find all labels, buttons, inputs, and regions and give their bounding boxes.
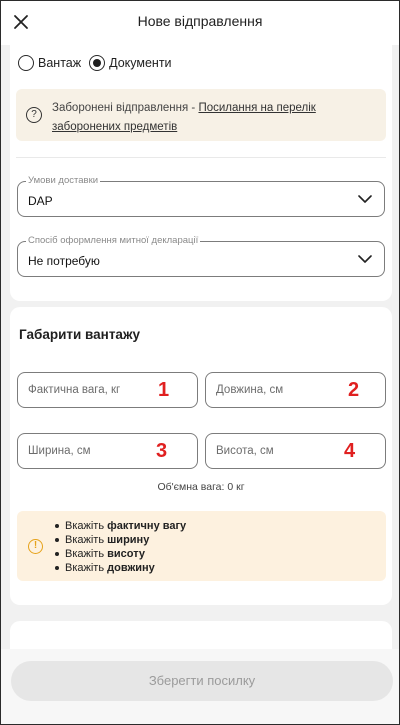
annotation-number-3: 3 [156, 440, 168, 462]
delivery-terms-value: DAP [28, 194, 53, 208]
width-placeholder: Ширина, см [28, 445, 91, 457]
annotation-number-2: 2 [348, 379, 360, 401]
height-input[interactable]: Висота, см 4 [205, 433, 386, 469]
radio-documents-label[interactable]: Документи [109, 56, 171, 70]
actual-weight-placeholder: Фактична вага, кг [28, 384, 121, 396]
annotation-number-4: 4 [344, 440, 356, 462]
requirement-prefix: Вкажіть [65, 520, 108, 532]
requirement-field: фактичну вагу [107, 520, 187, 532]
customs-select[interactable]: Спосіб оформлення митної декларації Не п… [17, 235, 385, 277]
requirement-field: довжину [107, 562, 155, 574]
question-icon: ? [26, 107, 42, 123]
delivery-terms-select[interactable]: Умови доставки DAP [17, 175, 385, 217]
requirements-list: Вкажіть фактичну вагу Вкажіть ширину Вка… [54, 519, 187, 575]
list-item: Вкажіть ширину [54, 533, 186, 547]
requirement-prefix: Вкажіть [65, 562, 108, 574]
dimensions-title: Габарити вантажу [19, 327, 141, 342]
chevron-down-icon [358, 255, 372, 263]
prohibited-notice-text: Заборонені відправлення - Посилання на п… [52, 99, 382, 137]
volumetric-weight: Об'ємна вага: 0 кг [157, 481, 245, 493]
radio-documents[interactable] [89, 55, 106, 71]
chevron-down-icon [358, 195, 372, 203]
exclamation-icon: ! [28, 539, 43, 554]
annotation-number-1: 1 [158, 379, 170, 401]
prohibited-notice-prefix: Заборонені відправлення - [52, 102, 199, 114]
radio-cargo[interactable] [18, 55, 34, 71]
divider [16, 157, 386, 158]
save-parcel-button[interactable]: Зберегти посилку [11, 661, 393, 701]
requirement-field: висоту [107, 548, 146, 560]
requirement-prefix: Вкажіть [65, 534, 108, 546]
page-title: Нове відправлення [137, 13, 263, 29]
height-placeholder: Висота, см [216, 445, 274, 457]
length-input[interactable]: Довжина, см 2 [205, 372, 386, 408]
requirements-notice: ! Вкажіть фактичну вагу Вкажіть ширину В… [17, 511, 386, 581]
prohibited-notice: ? Заборонені відправлення - Посилання на… [16, 89, 386, 141]
requirement-prefix: Вкажіть [65, 548, 108, 560]
radio-cargo-label[interactable]: Вантаж [38, 56, 81, 70]
delivery-terms-label: Умови доставки [26, 175, 101, 186]
length-placeholder: Довжина, см [216, 384, 284, 396]
actual-weight-input[interactable]: Фактична вага, кг 1 [17, 372, 198, 408]
requirement-field: ширину [107, 534, 150, 546]
shipment-type-group: Вантаж Документи [18, 55, 180, 71]
header-bar: Нове відправлення [1, 1, 399, 45]
customs-value: Не потребую [28, 254, 100, 268]
customs-label: Спосіб оформлення митної декларації [26, 235, 201, 246]
dimensions-card: Габарити вантажу Фактична вага, кг 1 Дов… [10, 307, 392, 605]
list-item: Вкажіть висоту [54, 547, 186, 561]
width-input[interactable]: Ширина, см 3 [17, 433, 198, 469]
list-item: Вкажіть фактичну вагу [54, 519, 187, 533]
footer-bar: Зберегти посилку [1, 649, 399, 724]
shipment-card: Вантаж Документи ? Заборонені відправлен… [10, 45, 392, 301]
list-item: Вкажіть довжину [54, 561, 186, 575]
